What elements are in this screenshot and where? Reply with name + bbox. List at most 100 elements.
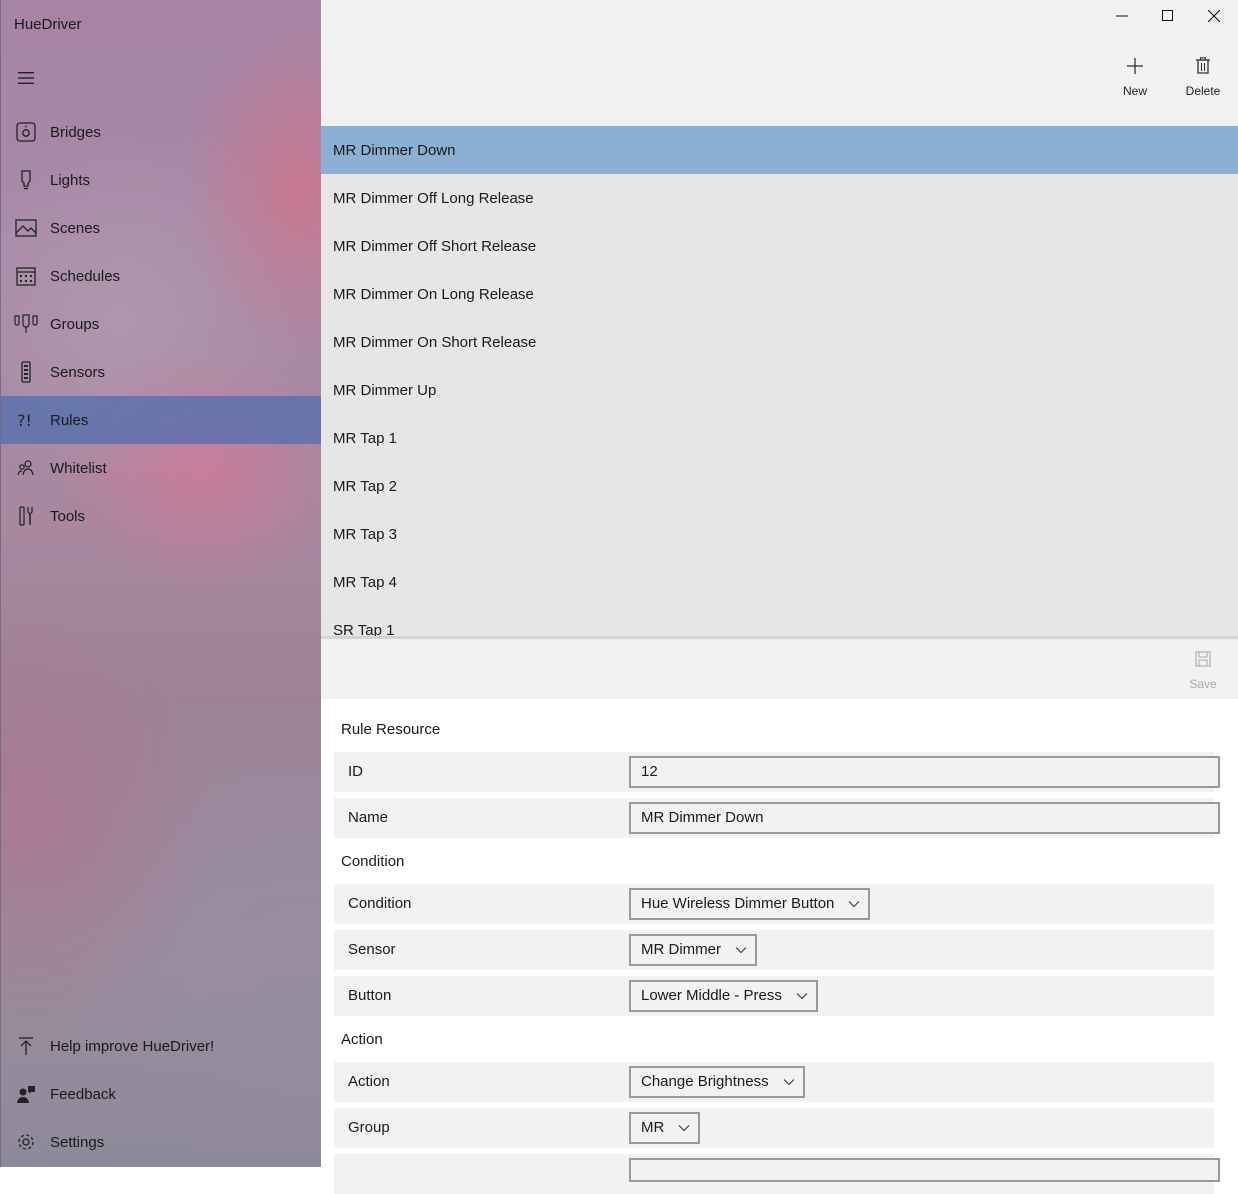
feedback-icon	[14, 1082, 38, 1106]
chevron-down-icon	[796, 982, 808, 1010]
nav-item-schedules[interactable]: Schedules	[1, 252, 322, 300]
id-row: ID 12	[334, 752, 1220, 792]
main-content: New Delete MR Dimmer Down MR Dimmer Off …	[321, 0, 1238, 1194]
rule-resource-heading: Rule Resource	[341, 721, 441, 738]
action-heading: Action	[341, 1031, 383, 1048]
app-title: HueDriver	[14, 16, 82, 33]
condition-heading: Condition	[341, 853, 405, 870]
nav-list: Bridges Lights Scenes Schedules Groups S…	[1, 108, 322, 540]
list-divider	[321, 636, 1238, 639]
nav-label: Schedules	[50, 267, 121, 285]
condition-value: Hue Wireless Dimmer Button	[641, 895, 835, 912]
sensor-row: Sensor MR Dimmer	[334, 930, 1214, 970]
list-item[interactable]: MR Dimmer Down	[321, 126, 1238, 174]
group-dropdown[interactable]: MR	[629, 1112, 701, 1144]
save-button[interactable]: Save	[1169, 645, 1237, 701]
list-item[interactable]: MR Tap 1	[321, 414, 1238, 462]
list-item[interactable]: MR Dimmer Off Short Release	[321, 222, 1238, 270]
delete-button[interactable]: Delete	[1169, 52, 1237, 108]
nav-item-sensors[interactable]: Sensors	[1, 348, 322, 396]
calendar-icon	[14, 264, 38, 288]
list-item[interactable]: SR Tap 1	[321, 606, 1238, 637]
nav-footer: Help improve HueDriver! Feedback Setting…	[1, 1022, 322, 1166]
name-row: Name MR Dimmer Down	[334, 798, 1220, 838]
nav-label: Rules	[50, 411, 89, 429]
group-value: MR	[641, 1119, 665, 1136]
delete-label: Delete	[1185, 84, 1221, 98]
list-item[interactable]: MR Dimmer On Short Release	[321, 318, 1238, 366]
save-icon	[1195, 645, 1211, 673]
people-icon	[14, 456, 38, 480]
bridge-icon	[14, 120, 38, 144]
id-label: ID	[348, 763, 363, 780]
group-icon	[14, 312, 38, 336]
nav-label: Lights	[50, 171, 91, 189]
rules-list: MR Dimmer Down MR Dimmer Off Long Releas…	[321, 126, 1238, 636]
name-field[interactable]: MR Dimmer Down	[629, 802, 1220, 834]
bulb-icon	[14, 168, 38, 192]
condition-row: Condition Hue Wireless Dimmer Button	[334, 884, 1214, 924]
nav-item-settings[interactable]: Settings	[1, 1118, 322, 1166]
chevron-down-icon	[848, 890, 860, 918]
chevron-down-icon	[678, 1114, 690, 1142]
nav-label: Tools	[50, 507, 86, 525]
minimize-button[interactable]	[1099, 0, 1145, 32]
button-dropdown[interactable]: Lower Middle - Press	[629, 980, 818, 1012]
sensor-label: Sensor	[348, 941, 396, 958]
tools-icon	[14, 504, 38, 528]
group-row: Group MR	[334, 1108, 1214, 1148]
sensor-value: MR Dimmer	[641, 941, 721, 958]
gear-icon	[14, 1130, 38, 1154]
nav-label: Whitelist	[50, 459, 107, 477]
nav-item-groups[interactable]: Groups	[1, 300, 322, 348]
chevron-down-icon	[783, 1068, 795, 1096]
nav-label: Scenes	[50, 219, 101, 237]
new-button[interactable]: New	[1101, 52, 1169, 108]
maximize-button[interactable]	[1145, 0, 1191, 32]
svg-text:?!: ?!	[17, 411, 32, 430]
navigation-pane: HueDriver Bridges Lights Scenes Schedule…	[0, 0, 322, 1167]
next-row	[334, 1154, 1220, 1194]
condition-label: Condition	[348, 895, 412, 912]
name-label: Name	[348, 809, 389, 826]
nav-label: Help improve HueDriver!	[50, 1037, 215, 1055]
remote-icon	[14, 360, 38, 384]
action-value: Change Brightness	[641, 1073, 769, 1090]
nav-item-rules[interactable]: ?! Rules	[1, 396, 322, 444]
list-item[interactable]: MR Tap 4	[321, 558, 1238, 606]
list-item[interactable]: MR Tap 2	[321, 462, 1238, 510]
save-label: Save	[1189, 677, 1217, 691]
nav-item-tools[interactable]: Tools	[1, 492, 322, 540]
nav-label: Feedback	[50, 1085, 116, 1103]
nav-label: Groups	[50, 315, 100, 333]
nav-item-feedback[interactable]: Feedback	[1, 1070, 322, 1118]
upload-icon	[14, 1034, 38, 1058]
rule-detail-form: Rule Resource ID 12 Name MR Dimmer Down …	[321, 699, 1238, 1194]
nav-item-bridges[interactable]: Bridges	[1, 108, 322, 156]
list-item[interactable]: MR Dimmer On Long Release	[321, 270, 1238, 318]
hamburger-menu-button[interactable]	[13, 62, 39, 94]
nav-label: Bridges	[50, 123, 101, 141]
action-dropdown[interactable]: Change Brightness	[629, 1066, 805, 1098]
nav-item-whitelist[interactable]: Whitelist	[1, 444, 322, 492]
trash-icon	[1195, 52, 1211, 80]
nav-item-help-improve[interactable]: Help improve HueDriver!	[1, 1022, 322, 1070]
list-item[interactable]: MR Tap 3	[321, 510, 1238, 558]
minimize-icon	[1116, 15, 1128, 17]
list-item[interactable]: MR Dimmer Off Long Release	[321, 174, 1238, 222]
group-label: Group	[348, 1119, 390, 1136]
close-button[interactable]	[1191, 0, 1237, 32]
sensor-dropdown[interactable]: MR Dimmer	[629, 934, 757, 966]
nav-label: Sensors	[50, 363, 106, 381]
condition-dropdown[interactable]: Hue Wireless Dimmer Button	[629, 888, 871, 920]
action-label: Action	[348, 1073, 390, 1090]
list-item[interactable]: MR Dimmer Up	[321, 366, 1238, 414]
action-row: Action Change Brightness	[334, 1062, 1214, 1102]
image-icon	[14, 216, 38, 240]
maximize-icon	[1162, 10, 1173, 21]
nav-item-scenes[interactable]: Scenes	[1, 204, 322, 252]
next-field[interactable]	[629, 1158, 1220, 1182]
nav-item-lights[interactable]: Lights	[1, 156, 322, 204]
nav-label: Settings	[50, 1133, 105, 1151]
id-field[interactable]: 12	[629, 756, 1220, 788]
